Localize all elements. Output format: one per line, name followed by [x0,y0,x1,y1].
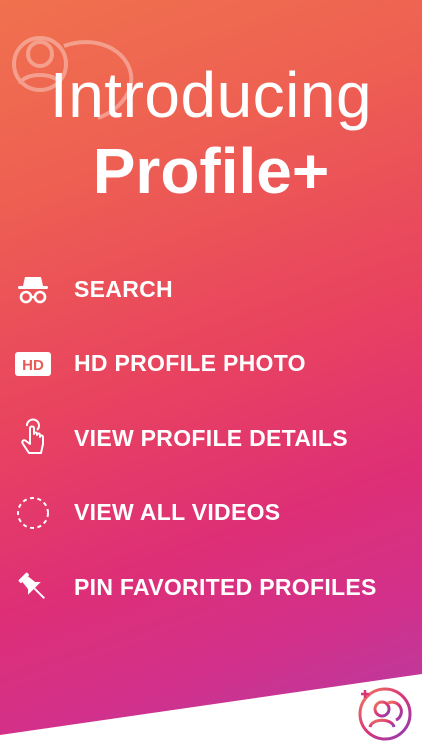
intro-heading: Introducing [49,59,373,131]
feature-item-profile-details: VIEW PROFILE DETAILS [14,401,422,476]
feature-label: SEARCH [74,275,173,302]
hd-icon: HD [14,345,52,383]
feature-label: VIEW ALL VIDEOS [74,499,281,526]
incognito-icon [14,270,52,308]
feature-item-hd-photo: HD HD PROFILE PHOTO [14,327,422,402]
product-title: Profile+ [92,135,330,207]
feature-item-search: SEARCH [14,252,422,327]
svg-text:HD: HD [22,357,44,374]
feature-label: PIN FAVORITED PROFILES [74,573,377,600]
profile-plus-app-icon [358,687,412,741]
pin-icon [14,568,52,606]
feature-item-all-videos: VIEW ALL VIDEOS [14,476,422,551]
feature-label: HD PROFILE PHOTO [74,350,306,377]
tap-finger-icon [14,418,52,457]
dashed-circle-icon [14,494,52,532]
feature-label: VIEW PROFILE DETAILS [74,424,348,451]
feature-list: SEARCH HD HD PROFILE PHOTO VIEW PROFILE … [14,252,422,625]
feature-item-pin-profiles: PIN FAVORITED PROFILES [14,550,422,625]
